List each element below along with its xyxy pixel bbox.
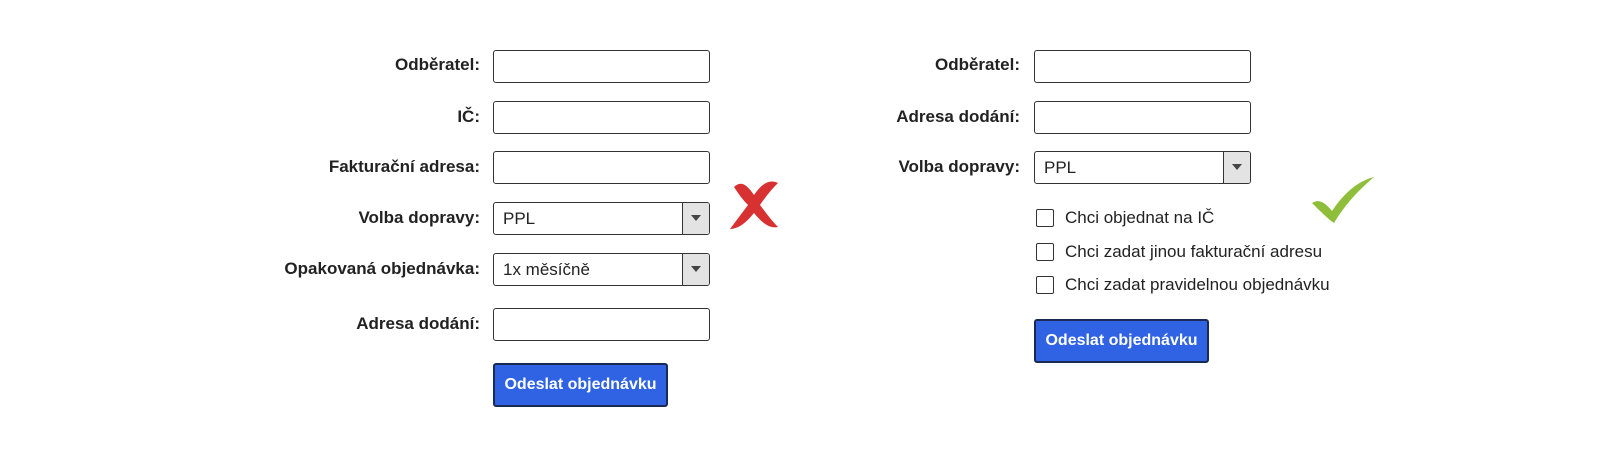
checkbox-label: Chci zadat pravidelnou objednávku (1065, 275, 1330, 294)
checkbox-label: Chci objednat na IČ (1065, 208, 1215, 227)
good-order-form: Odběratel: Adresa dodání: Volba dopravy:… (0, 0, 1600, 450)
customer-label: Odběratel: (934, 55, 1020, 74)
green-check-icon (1312, 177, 1374, 223)
shipping-method-value: PPL (1044, 158, 1077, 177)
dropdown-arrow[interactable] (1223, 152, 1250, 183)
recurring-order-checkbox[interactable] (1036, 276, 1054, 294)
order-on-company-id-checkbox[interactable] (1036, 209, 1054, 227)
checkbox-label: Chci zadat jinou fakturační adresu (1065, 242, 1323, 261)
customer-input[interactable] (1034, 50, 1251, 83)
submit-order-button[interactable]: Odeslat objednávku (1034, 319, 1209, 363)
shipping-method-label: Volba dopravy: (898, 157, 1020, 176)
delivery-address-input[interactable] (1034, 101, 1251, 134)
delivery-address-label: Adresa dodání: (896, 107, 1020, 126)
shipping-method-select[interactable]: PPL (1034, 151, 1251, 184)
chevron-down-icon (1232, 164, 1242, 170)
other-billing-address-checkbox[interactable] (1036, 243, 1054, 261)
